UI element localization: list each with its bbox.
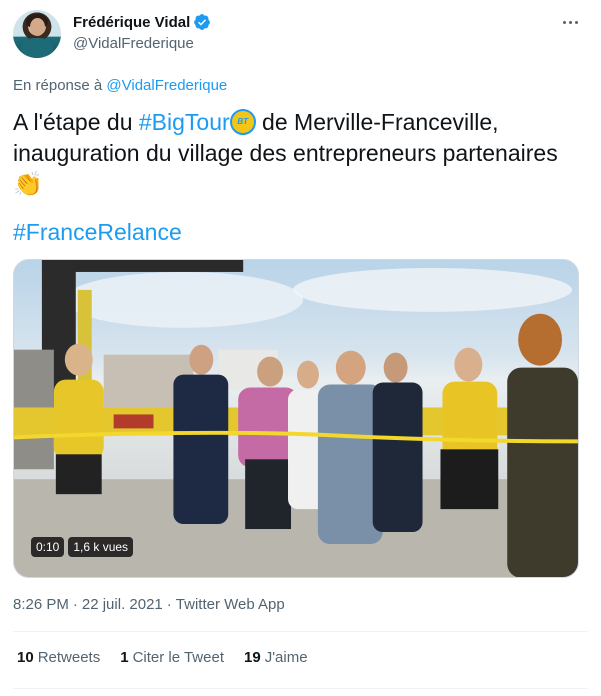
clapping-hands-emoji: 👏	[13, 171, 43, 198]
divider	[13, 688, 588, 689]
tweet-stats: 10 Retweets 1 Citer le Tweet 19 J'aime	[17, 649, 328, 666]
video-badges: 0:10 1,6 k vues	[31, 537, 134, 557]
retweets-stat[interactable]: 10 Retweets	[17, 649, 100, 666]
timestamp-row: 8:26 PM · 22 juil. 2021 · Twitter Web App	[13, 596, 285, 613]
hashtag-bigtour-link[interactable]: #BigTour	[139, 109, 230, 135]
display-name[interactable]: Frédérique Vidal	[73, 14, 190, 31]
quote-tweets-stat[interactable]: 1 Citer le Tweet	[120, 649, 224, 666]
tweet-date-link[interactable]: 22 juil. 2021	[82, 596, 163, 613]
video-views: 1,6 k vues	[68, 537, 134, 557]
author-name-row[interactable]: Frédérique Vidal	[73, 13, 211, 31]
hashtag-francerelance-link[interactable]: #FranceRelance	[13, 219, 182, 246]
video-duration: 0:10	[31, 537, 65, 557]
video-thumbnail	[14, 260, 578, 577]
more-options-icon[interactable]	[560, 12, 580, 32]
tweet-text-part1: A l'étape du	[13, 109, 139, 135]
reply-handle-link[interactable]: @VidalFrederique	[106, 77, 227, 94]
likes-stat[interactable]: 19 J'aime	[244, 649, 308, 666]
tweet-time-link[interactable]: 8:26 PM	[13, 596, 69, 613]
author-handle[interactable]: @VidalFrederique	[73, 35, 194, 52]
reply-prefix: En réponse à	[13, 77, 103, 94]
big-tour-emoji: BT	[229, 109, 256, 135]
video-player[interactable]: 0:10 1,6 k vues	[13, 259, 579, 578]
tweet-detail: Frédérique Vidal @VidalFrederique En rép…	[0, 0, 601, 696]
reply-context: En réponse à @VidalFrederique	[13, 77, 227, 94]
tweet-text: A l'étape du #BigTour BT de Merville-Fran…	[13, 107, 588, 200]
divider	[13, 631, 588, 632]
verified-badge-icon	[194, 14, 211, 30]
tweet-source-link[interactable]: Twitter Web App	[176, 596, 285, 613]
avatar[interactable]	[13, 10, 61, 58]
